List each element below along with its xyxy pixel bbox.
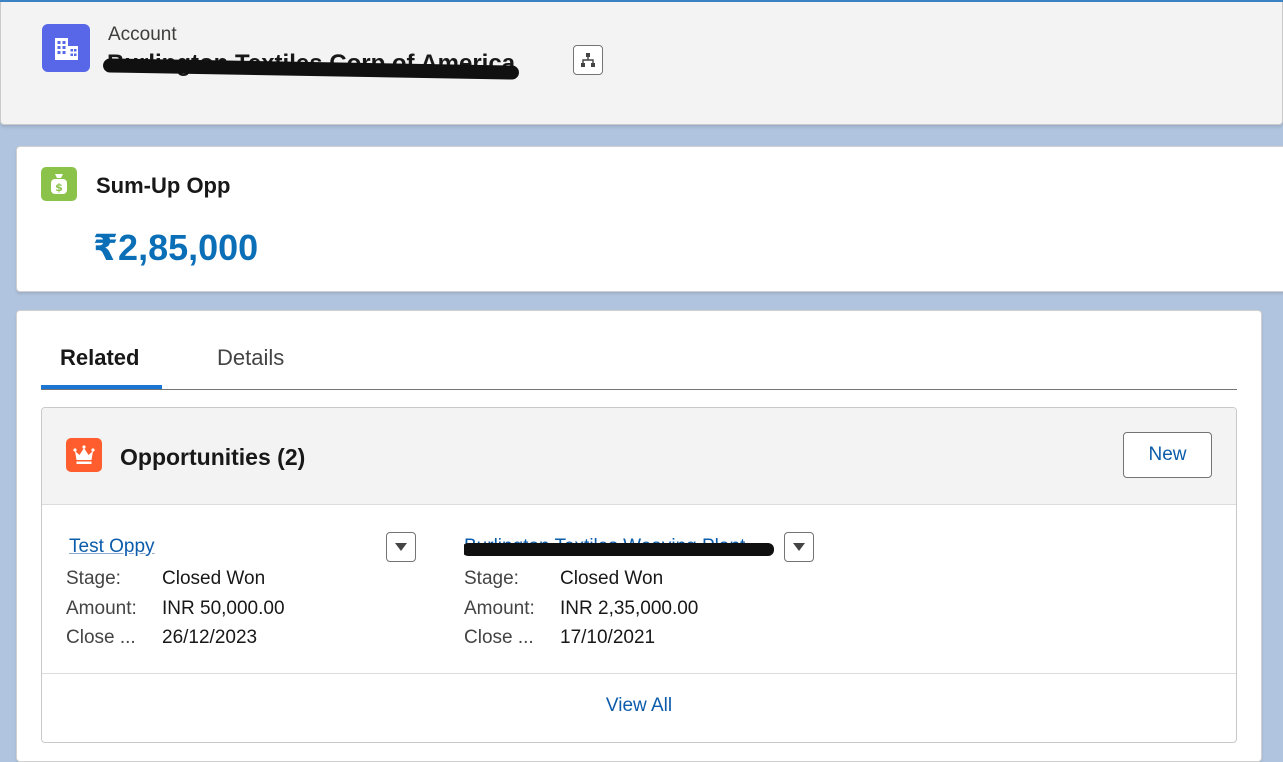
field-label: Close ...: [66, 627, 136, 648]
field-value: Closed Won: [560, 568, 664, 589]
field-row: Amount: INR 50,000.00: [66, 598, 446, 628]
opportunity-name-link[interactable]: Test Oppy: [69, 536, 155, 558]
view-hierarchy-button[interactable]: [573, 45, 603, 75]
field-row: Close ... 26/12/2023: [66, 627, 446, 657]
building-icon: [42, 24, 90, 72]
record-fields: Stage: Closed Won Amount: INR 2,35,000.0…: [464, 568, 844, 657]
opportunity-name-link[interactable]: Burlington Textiles Weaving Plant ...: [464, 536, 780, 558]
related-panel: Related Details Opportunities (2) New Te…: [16, 310, 1262, 762]
field-value: INR 50,000.00: [162, 597, 285, 619]
svg-text:$: $: [55, 181, 63, 194]
redaction-mark: [464, 543, 774, 556]
field-label: Amount:: [66, 597, 137, 619]
field-value: Closed Won: [162, 568, 266, 589]
crown-icon: [66, 438, 102, 472]
sum-up-value: ₹2,85,000: [93, 227, 259, 268]
record-fields: Stage: Closed Won Amount: INR 50,000.00 …: [66, 568, 446, 657]
view-all-link[interactable]: View All: [42, 695, 1236, 717]
tab-related[interactable]: Related: [60, 345, 139, 371]
record-actions-button[interactable]: [784, 532, 814, 562]
field-value: 26/12/2023: [162, 627, 258, 648]
field-label: Amount:: [464, 597, 535, 619]
tab-bar: Related Details: [41, 333, 1237, 390]
money-bag-icon: $: [41, 167, 77, 201]
opportunities-title: Opportunities (2): [120, 444, 306, 470]
opportunities-header: Opportunities (2) New: [42, 408, 1236, 505]
field-label: Stage:: [66, 568, 121, 589]
tab-details[interactable]: Details: [217, 345, 284, 371]
sum-up-opp-card: $ Sum-Up Opp ₹2,85,000: [16, 146, 1283, 292]
object-type-label: Account: [108, 24, 177, 45]
field-value: INR 2,35,000.00: [560, 597, 699, 619]
field-row: Amount: INR 2,35,000.00: [464, 598, 844, 628]
account-name: Burlington Textiles Corp of America: [102, 50, 520, 80]
active-tab-indicator: [41, 385, 162, 389]
record-header: Account Burlington Textiles Corp of Amer…: [0, 2, 1283, 125]
field-row: Stage: Closed Won: [66, 568, 446, 598]
sum-up-title: Sum-Up Opp: [96, 173, 231, 198]
record-actions-button[interactable]: [386, 532, 416, 562]
field-row: Close ... 17/10/2021: [464, 627, 844, 657]
opportunities-related-list: Opportunities (2) New Test Oppy Stage: C…: [41, 407, 1237, 743]
chevron-down-icon: [793, 543, 805, 551]
related-list-footer: View All: [42, 673, 1236, 742]
field-row: Stage: Closed Won: [464, 568, 844, 598]
field-label: Stage:: [464, 568, 519, 589]
field-label: Close ...: [464, 627, 534, 648]
field-value: 17/10/2021: [560, 627, 656, 648]
hierarchy-icon: [581, 53, 595, 67]
new-opportunity-button[interactable]: New: [1123, 432, 1212, 478]
chevron-down-icon: [395, 543, 407, 551]
